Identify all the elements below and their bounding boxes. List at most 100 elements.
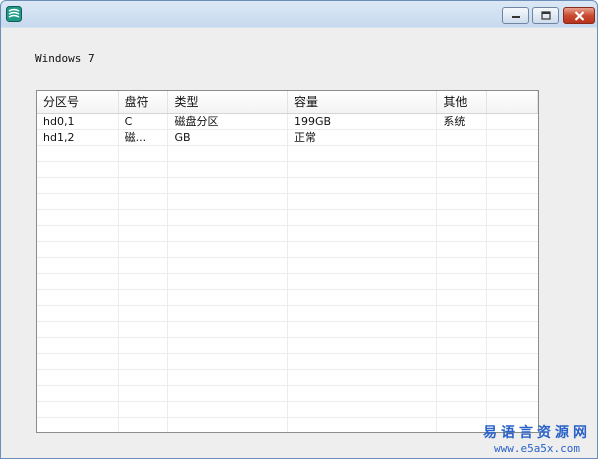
empty-row: [37, 322, 538, 338]
empty-cell: [437, 290, 488, 305]
empty-cell: [437, 418, 488, 432]
empty-cell: [168, 338, 288, 353]
column-header-capacity[interactable]: 容量: [288, 91, 438, 113]
empty-cell: [487, 242, 538, 257]
empty-cell: [37, 370, 119, 385]
empty-cell: [487, 290, 538, 305]
empty-cell: [437, 242, 488, 257]
empty-row: [37, 274, 538, 290]
empty-cell: [288, 226, 438, 241]
list-header: 分区号 盘符 类型 容量 其他: [37, 91, 538, 114]
column-header-drive-letter[interactable]: 盘符: [119, 91, 169, 113]
empty-cell: [288, 242, 438, 257]
empty-cell: [288, 162, 438, 177]
empty-row: [37, 210, 538, 226]
empty-cell: [487, 274, 538, 289]
empty-cell: [487, 338, 538, 353]
empty-cell: [487, 402, 538, 417]
empty-row: [37, 290, 538, 306]
empty-cell: [437, 226, 488, 241]
empty-cell: [119, 210, 169, 225]
empty-cell: [288, 418, 438, 432]
empty-row: [37, 242, 538, 258]
empty-cell: [119, 194, 169, 209]
maximize-icon: [540, 11, 551, 20]
title-bar[interactable]: [1, 1, 597, 28]
empty-cell: [437, 386, 488, 401]
close-button[interactable]: [563, 7, 595, 24]
empty-cell: [37, 290, 119, 305]
minimize-button[interactable]: [502, 7, 529, 24]
empty-cell: [168, 226, 288, 241]
os-label: Windows 7: [35, 52, 95, 65]
empty-row: [37, 386, 538, 402]
empty-row: [37, 402, 538, 418]
empty-cell: [119, 162, 169, 177]
empty-cell: [37, 322, 119, 337]
empty-cell: [119, 242, 169, 257]
empty-cell: [119, 386, 169, 401]
cell-other: 系统: [437, 114, 488, 129]
empty-cell: [437, 402, 488, 417]
empty-cell: [119, 418, 169, 432]
empty-cell: [119, 354, 169, 369]
empty-cell: [288, 402, 438, 417]
column-header-type[interactable]: 类型: [168, 91, 288, 113]
empty-cell: [168, 402, 288, 417]
empty-cell: [437, 338, 488, 353]
list-body: hd0,1 C 磁盘分区 199GB 系统 hd1,2 磁... GB 正常: [37, 114, 538, 432]
empty-cell: [437, 258, 488, 273]
cell-drive-letter: 磁...: [119, 130, 169, 145]
empty-cell: [37, 338, 119, 353]
empty-cell: [119, 274, 169, 289]
empty-cell: [487, 194, 538, 209]
cell-extra: [487, 114, 538, 129]
empty-row: [37, 226, 538, 242]
empty-cell: [168, 162, 288, 177]
partition-list[interactable]: 分区号 盘符 类型 容量 其他 hd0,1 C 磁盘分区 199GB 系统 hd…: [36, 90, 539, 433]
cell-drive-letter: C: [119, 114, 169, 129]
empty-row: [37, 146, 538, 162]
empty-cell: [487, 210, 538, 225]
empty-cell: [168, 194, 288, 209]
empty-cell: [168, 258, 288, 273]
empty-cell: [168, 418, 288, 432]
column-header-partition-number[interactable]: 分区号: [37, 91, 119, 113]
watermark: 易语言资源网 www.e5a5x.com: [483, 422, 591, 455]
column-header-other[interactable]: 其他: [437, 91, 488, 113]
empty-cell: [487, 306, 538, 321]
empty-cell: [168, 178, 288, 193]
empty-cell: [487, 162, 538, 177]
maximize-button[interactable]: [532, 7, 559, 24]
empty-cell: [288, 370, 438, 385]
empty-cell: [37, 162, 119, 177]
empty-cell: [37, 242, 119, 257]
empty-cell: [487, 226, 538, 241]
empty-cell: [119, 370, 169, 385]
empty-cell: [168, 274, 288, 289]
empty-cell: [288, 274, 438, 289]
empty-cell: [37, 210, 119, 225]
empty-cell: [437, 370, 488, 385]
app-window: Windows 7 分区号 盘符 类型 容量 其他 hd0,1 C 磁盘分区 1…: [0, 0, 598, 459]
empty-cell: [437, 178, 488, 193]
cell-partition-number: hd1,2: [37, 130, 119, 145]
cell-capacity: 199GB: [288, 114, 438, 129]
close-icon: [574, 10, 584, 21]
empty-cell: [119, 290, 169, 305]
empty-cell: [37, 194, 119, 209]
empty-cell: [168, 210, 288, 225]
app-icon[interactable]: [6, 6, 22, 22]
empty-cell: [437, 194, 488, 209]
empty-row: [37, 306, 538, 322]
empty-cell: [288, 386, 438, 401]
empty-cell: [119, 322, 169, 337]
empty-cell: [37, 258, 119, 273]
empty-cell: [437, 322, 488, 337]
empty-cell: [168, 370, 288, 385]
empty-cell: [168, 306, 288, 321]
table-row[interactable]: hd1,2 磁... GB 正常: [37, 130, 538, 146]
empty-cell: [288, 258, 438, 273]
empty-cell: [288, 146, 438, 161]
table-row[interactable]: hd0,1 C 磁盘分区 199GB 系统: [37, 114, 538, 130]
